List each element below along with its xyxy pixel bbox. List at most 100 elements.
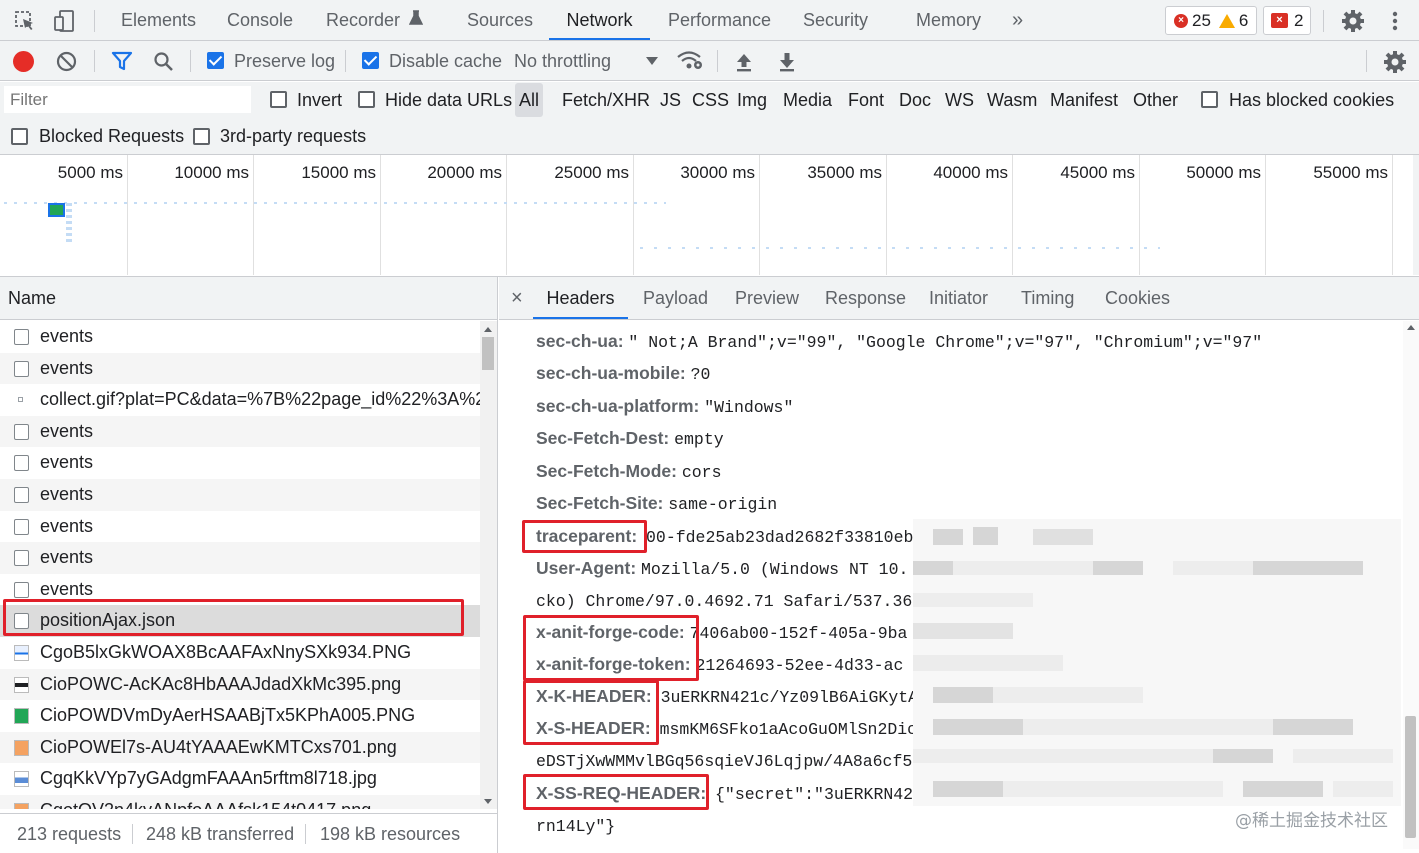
tab-performance[interactable]: Performance [668,0,771,41]
tab-timing[interactable]: Timing [1021,277,1074,320]
tab-network[interactable]: Network [549,0,650,40]
chevron-double-right-icon[interactable]: » [1012,0,1023,41]
tab-recorder-label: Recorder [326,10,401,30]
network-overview-timeline[interactable]: 5000 ms 10000 ms 15000 ms 20000 ms 25000… [0,155,1419,277]
download-har-icon[interactable] [777,51,797,72]
close-icon[interactable]: × [511,277,523,320]
request-row[interactable]: CioPOWDVmDyAerHSAABjTx5KPhA005.PNG [0,700,480,732]
network-conditions-icon[interactable] [676,50,704,72]
disable-cache-checkbox[interactable] [362,52,379,69]
type-filter-other[interactable]: Other [1133,82,1178,118]
header-value: cko) Chrome/97.0.4692.71 Safari/537.36 [536,592,913,611]
type-filter-all[interactable]: All [515,83,544,117]
headers-panel-scroll-thumb[interactable] [1405,716,1416,838]
request-row[interactable]: CgoB5lxGkWOAX8BcAAFAxNnySXk934.PNG [0,637,480,669]
inspect-element-icon[interactable] [14,10,36,32]
request-list-scrollbar[interactable] [480,321,497,809]
tab-recorder[interactable]: Recorder [326,0,424,41]
upload-har-icon[interactable] [734,51,754,72]
header-value: cors [681,463,722,482]
header-key: User-Agent: [536,558,637,578]
request-row[interactable]: events [0,479,480,511]
tab-console[interactable]: Console [227,0,293,41]
more-options-icon[interactable] [1390,10,1400,32]
warning-count: 6 [1238,10,1249,30]
preserve-log-checkbox[interactable] [207,52,224,69]
clear-icon[interactable] [56,51,77,72]
tab-sources[interactable]: Sources [467,0,533,41]
warning-icon [1218,13,1235,28]
redacted-mosaic [913,519,1401,806]
type-filter-ws[interactable]: WS [945,82,974,118]
header-key: sec-ch-ua-platform: [536,396,700,416]
network-settings-gear-icon[interactable] [1383,50,1407,74]
tab-response[interactable]: Response [825,277,906,320]
header-value: same-origin [668,495,778,514]
header-row: Sec-Fetch-Site: same-origin [536,488,777,518]
blocked-requests-checkbox[interactable] [11,128,28,145]
header-row: sec-ch-ua-platform: "Windows" [536,391,793,421]
image-icon [14,708,29,725]
request-row[interactable]: events [0,321,480,353]
transferred-size: 248 kB transferred [146,824,295,844]
type-filter-media[interactable]: Media [783,82,832,118]
request-row[interactable]: events [0,447,480,479]
type-filter-font[interactable]: Font [848,82,884,118]
scroll-up-arrow-icon[interactable] [484,327,492,332]
type-filter-doc[interactable]: Doc [899,82,931,118]
tab-memory[interactable]: Memory [916,0,981,41]
tab-cookies[interactable]: Cookies [1105,277,1170,320]
issues-counter[interactable]: × 2 [1263,6,1312,35]
record-button-icon[interactable] [13,51,34,72]
tab-security[interactable]: Security [803,0,868,41]
scroll-up-arrow-icon[interactable] [1407,325,1415,330]
header-row: rn14Ly"} [536,810,615,840]
search-icon[interactable] [153,51,174,72]
header-value: msmKM6SFko1aAcoGuOMlSn2Dic [659,720,918,739]
settings-gear-icon[interactable] [1341,9,1365,33]
gif-icon [18,397,23,403]
type-filter-manifest[interactable]: Manifest [1050,82,1118,118]
header-value: 21264693-52ee-4d33-ac [695,656,904,675]
type-filter-img[interactable]: Img [737,82,767,118]
type-filter-css[interactable]: CSS [692,82,729,118]
request-row[interactable]: CioPOWC-AcKAc8HbAAAJdadXkMc395.png [0,668,480,701]
throttling-value: No throttling [514,51,612,71]
issue-icon: × [1271,13,1288,28]
request-row[interactable]: events [0,352,480,385]
tab-payload[interactable]: Payload [643,277,708,320]
document-icon [14,550,29,567]
document-icon [14,360,29,377]
tab-preview[interactable]: Preview [735,277,799,320]
hide-data-urls-checkbox[interactable] [358,91,375,108]
type-filter-fetch-xhr[interactable]: Fetch/XHR [562,82,650,118]
request-row[interactable]: events [0,511,480,543]
request-row[interactable]: CioPOWEl7s-AU4tYAAAEwKMTCxs701.png [0,731,480,764]
invert-checkbox[interactable] [270,91,287,108]
request-name: CgoB5lxGkWOAX8BcAAFAxNnySXk934.PNG [40,642,412,662]
header-key: Sec-Fetch-Mode: [536,461,677,481]
third-party-checkbox[interactable] [193,128,210,145]
header-value: "Windows" [704,398,794,417]
scroll-down-arrow-icon[interactable] [484,799,492,804]
throttling-select[interactable]: No throttling [514,41,660,81]
request-row[interactable]: collect.gif?plat=PC&data=%7B%22page_id%2… [0,384,480,416]
request-row[interactable]: CgotOV2n4kyANpfoAAAfsk154t0417.png [0,795,480,809]
console-counters[interactable]: × 25 6 [1165,6,1258,35]
has-blocked-cookies-checkbox[interactable] [1201,91,1218,108]
request-row[interactable]: events [0,415,480,448]
type-filter-js[interactable]: JS [660,82,681,118]
filter-input[interactable] [4,86,251,113]
tab-headers[interactable]: Headers [533,277,628,319]
request-list-scroll-thumb[interactable] [482,337,494,370]
type-filter-wasm[interactable]: Wasm [987,82,1037,118]
tab-initiator[interactable]: Initiator [929,277,988,320]
tab-elements[interactable]: Elements [121,0,196,41]
header-value: eDSTjXwWMMvlBGq56sqieVJ6Lqjpw/4A8a6cf5 [536,752,913,771]
device-toolbar-icon[interactable] [52,9,76,33]
filter-funnel-icon[interactable] [111,51,133,72]
request-row[interactable]: events [0,542,480,574]
request-row[interactable]: CgqKkVYp7yGAdgmFAAAn5rftm8l718.jpg [0,763,480,795]
request-list-panel: Name events events collect.gif?plat=PC&d… [0,277,498,853]
name-column-header[interactable]: Name [0,277,497,320]
